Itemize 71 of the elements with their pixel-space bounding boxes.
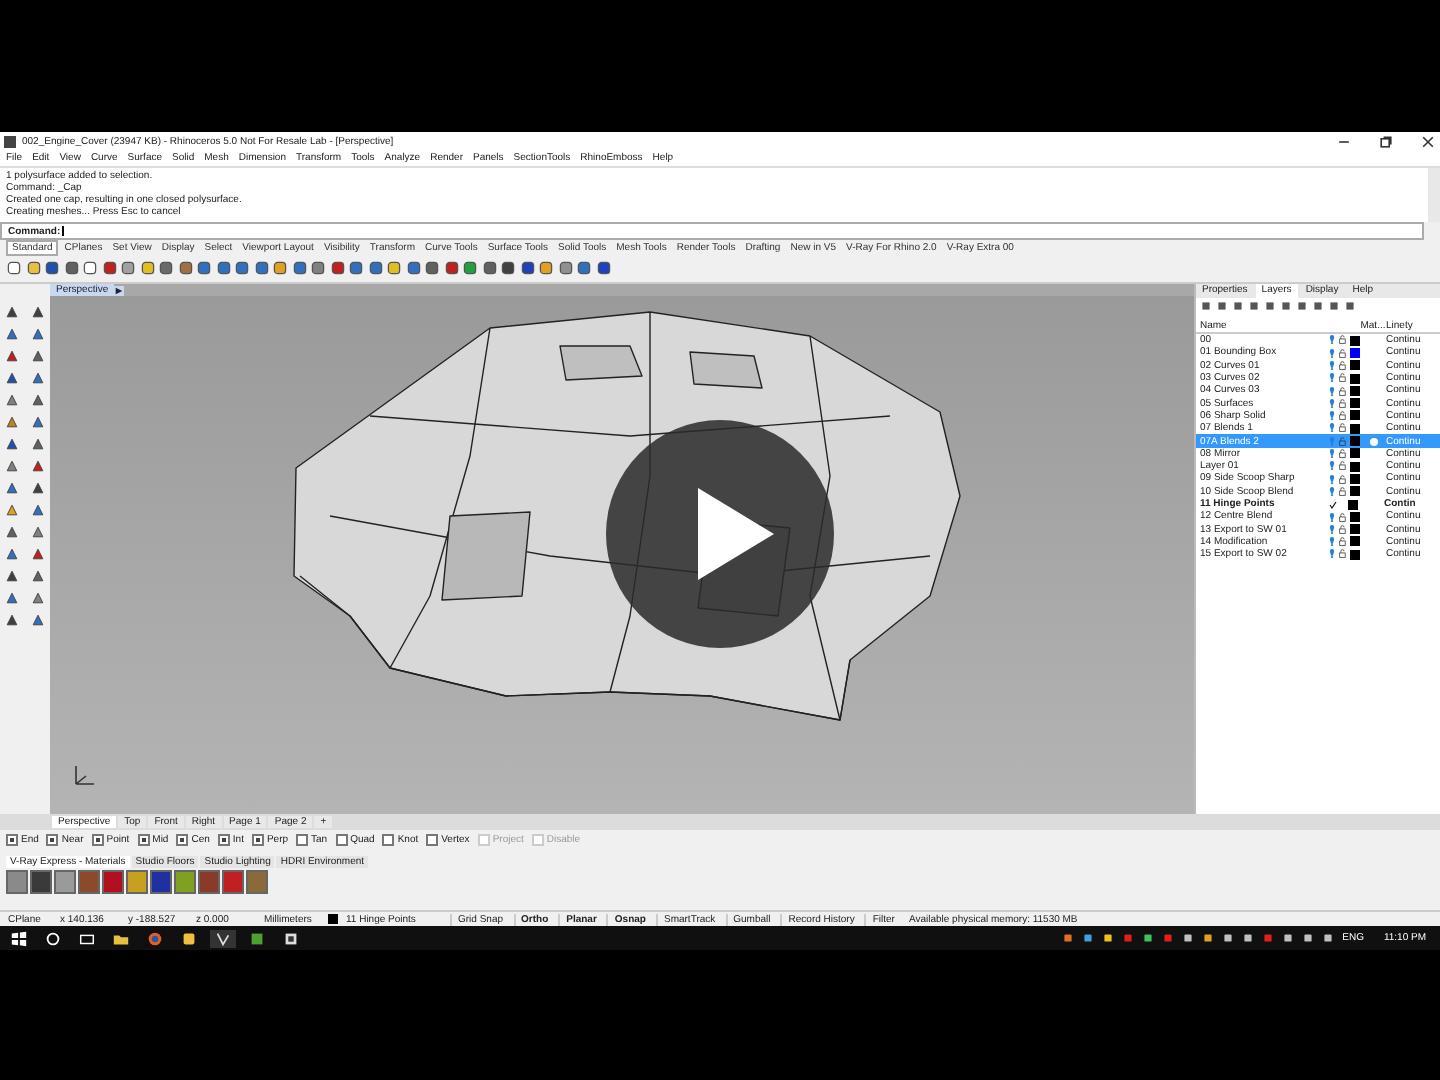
play-button[interactable]: [606, 420, 834, 648]
material-swatch[interactable]: [6, 870, 28, 894]
layer-color-swatch[interactable]: [1350, 536, 1360, 547]
layer-color-swatch[interactable]: [1350, 461, 1360, 472]
layer-color-swatch[interactable]: [1350, 486, 1360, 497]
checkbox[interactable]: [137, 834, 150, 846]
layer-color-swatch[interactable]: [1350, 549, 1360, 560]
material-swatch[interactable]: [126, 870, 148, 894]
lock-icon[interactable]: [1338, 523, 1348, 535]
lock-icon[interactable]: [1338, 536, 1348, 548]
material-swatch[interactable]: [30, 870, 52, 894]
material-swatch[interactable]: [78, 870, 100, 894]
lock-icon[interactable]: [1338, 359, 1348, 371]
layer-color-swatch[interactable]: [1350, 347, 1360, 358]
lock-icon[interactable]: [1338, 334, 1348, 346]
checkbox[interactable]: [91, 834, 104, 846]
material-swatch[interactable]: [174, 870, 196, 894]
checkbox[interactable]: [251, 834, 264, 846]
lock-icon[interactable]: [1338, 397, 1348, 409]
checkbox[interactable]: [296, 834, 309, 846]
app-icon[interactable]: [210, 929, 236, 947]
lock-icon[interactable]: [1338, 448, 1348, 460]
material-swatch[interactable]: [54, 870, 76, 894]
lightbulb-icon[interactable]: [1328, 485, 1336, 497]
lightbulb-icon[interactable]: [1328, 548, 1336, 560]
lock-icon[interactable]: [1338, 372, 1348, 384]
lock-icon[interactable]: [1338, 347, 1348, 359]
lock-icon[interactable]: [1338, 385, 1348, 397]
layer-color-swatch[interactable]: [1350, 335, 1360, 346]
checkbox[interactable]: [46, 834, 59, 846]
layer-color-swatch[interactable]: [1350, 385, 1360, 396]
checkbox[interactable]: [6, 834, 18, 846]
layer-color-swatch[interactable]: [1350, 524, 1360, 535]
material-icon[interactable]: [1369, 437, 1377, 446]
lock-icon[interactable]: [1338, 460, 1348, 472]
layer-color-swatch[interactable]: [1350, 360, 1360, 371]
windows-start-icon[interactable]: [6, 929, 32, 947]
app-icon: [4, 135, 16, 147]
layer-color-swatch[interactable]: [1350, 410, 1360, 421]
layer-color-swatch[interactable]: [1348, 499, 1358, 509]
material-swatch[interactable]: [246, 870, 268, 894]
folder-icon[interactable]: [108, 929, 134, 947]
layer-color-swatch[interactable]: [1350, 473, 1360, 484]
checkbox[interactable]: [217, 834, 230, 846]
material-swatch[interactable]: [198, 870, 220, 894]
lock-icon[interactable]: [1338, 548, 1348, 560]
layer-color-swatch[interactable]: [1350, 436, 1360, 447]
checkbox[interactable]: [176, 834, 189, 846]
layer-color-swatch[interactable]: [328, 914, 338, 924]
checkbox[interactable]: [335, 834, 348, 846]
lock-icon[interactable]: [1338, 511, 1348, 523]
close-icon[interactable]: [1420, 133, 1436, 149]
layer-color-swatch[interactable]: [1350, 511, 1360, 522]
checkbox[interactable]: [382, 834, 395, 846]
checkbox[interactable]: [426, 834, 439, 846]
material-swatch[interactable]: [150, 870, 172, 894]
material-swatch[interactable]: [222, 870, 244, 894]
layer-color-swatch[interactable]: [1350, 373, 1360, 384]
scrollbar[interactable]: [1428, 168, 1440, 222]
axis-icon: [70, 762, 98, 790]
lock-icon[interactable]: [1338, 422, 1348, 434]
lock-icon[interactable]: [1338, 410, 1348, 422]
lock-icon[interactable]: [1338, 473, 1348, 485]
caret-icon[interactable]: [114, 285, 125, 295]
task-view-icon[interactable]: [74, 929, 100, 947]
material-swatch[interactable]: [102, 870, 124, 894]
layer-color-swatch[interactable]: [1350, 398, 1360, 409]
layer-color-swatch[interactable]: [1350, 423, 1360, 434]
layer-color-swatch[interactable]: [1350, 448, 1360, 459]
lock-icon[interactable]: [1338, 485, 1348, 497]
restore-icon[interactable]: [1378, 133, 1394, 149]
